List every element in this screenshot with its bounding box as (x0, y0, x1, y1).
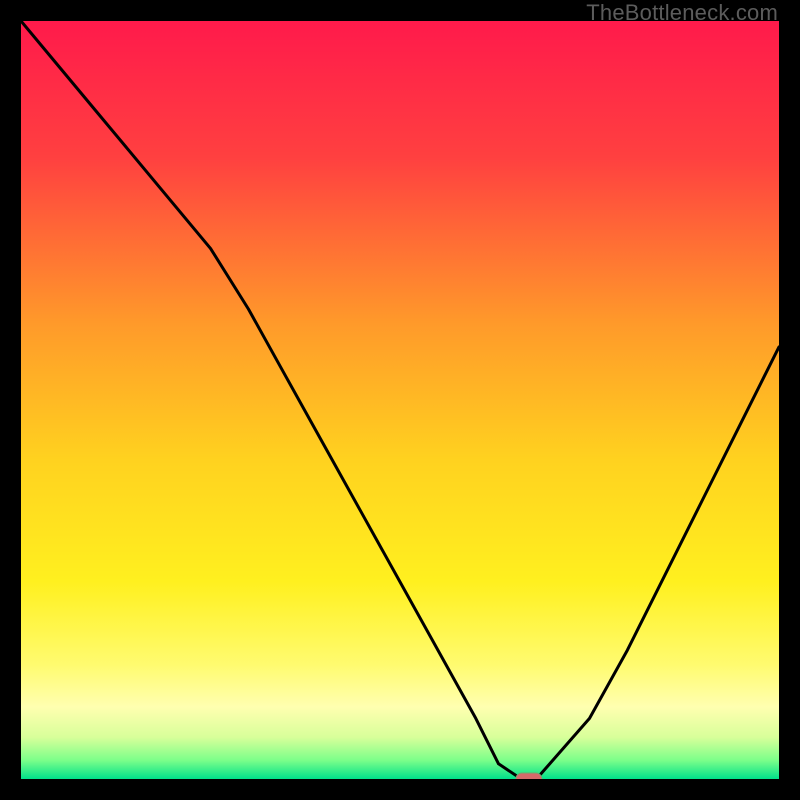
bottleneck-chart (21, 21, 779, 779)
plot-area (21, 21, 779, 779)
gradient-background (21, 21, 779, 779)
chart-frame: TheBottleneck.com (0, 0, 800, 800)
optimal-point-marker (516, 773, 542, 779)
